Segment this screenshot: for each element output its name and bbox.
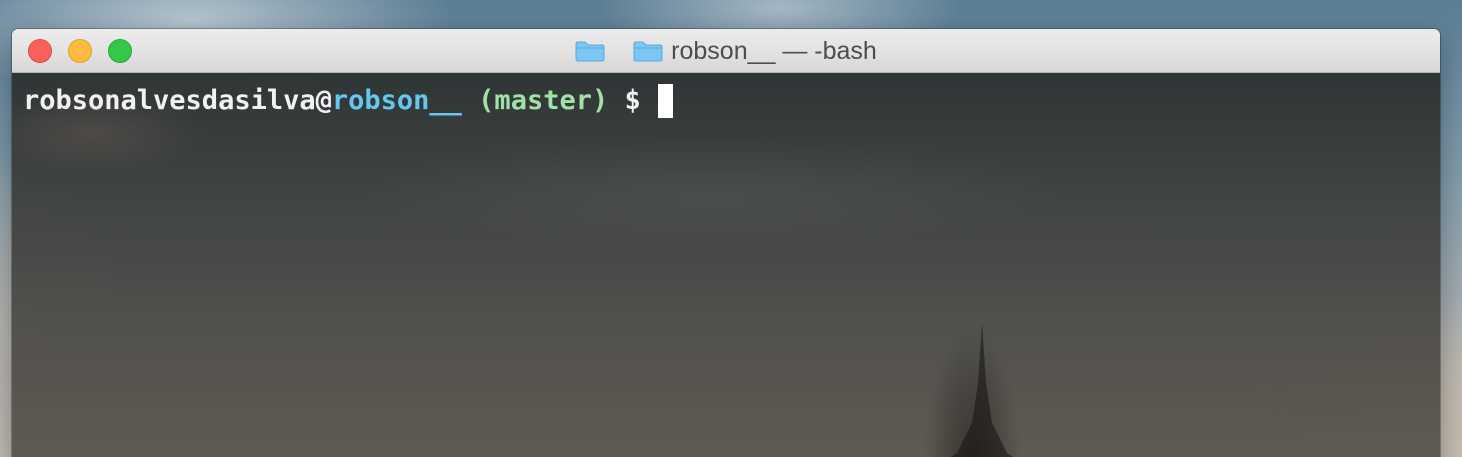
proxy-folder-icon[interactable] [575,40,605,62]
window-controls [28,39,132,63]
terminal-window: robson__ — -bash robsonalvesdasilva @ robs… [12,29,1440,457]
minimize-button[interactable] [68,39,92,63]
window-title: robson__ — -bash [671,36,877,65]
zoom-button[interactable] [108,39,132,63]
prompt-username: robsonalvesdasilva [23,85,316,116]
prompt-symbol: $ [608,85,658,116]
text-cursor[interactable] [658,84,674,118]
window-title-area: robson__ — -bash [12,29,1440,73]
prompt-git-branch: (master) [461,85,609,116]
terminal-content[interactable]: robsonalvesdasilva @ robson__ (master) $ [12,73,1440,457]
title-folder-icon [633,41,663,62]
shell-prompt: robsonalvesdasilva @ robson__ (master) $ [23,84,674,118]
title-bar[interactable]: robson__ — -bash [12,29,1440,73]
background-spire [950,323,1014,457]
prompt-hostname: robson__ [331,85,462,116]
close-button[interactable] [28,39,52,63]
window-title-group: robson__ — -bash [575,37,877,66]
prompt-at-sign: @ [315,85,332,116]
